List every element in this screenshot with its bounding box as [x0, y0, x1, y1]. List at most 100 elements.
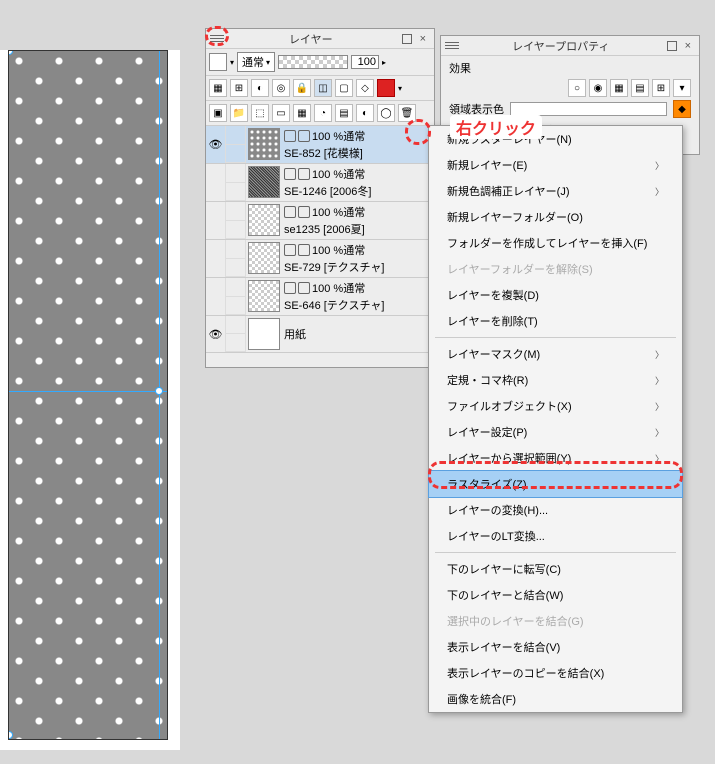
menu-item-label: 新規色調補正レイヤー(J) — [447, 183, 570, 199]
hamburger-icon[interactable] — [445, 42, 459, 49]
menu-item[interactable]: 下のレイヤーと結合(W) — [429, 582, 682, 608]
visibility-toggle[interactable] — [206, 240, 226, 277]
minimize-icon[interactable] — [402, 34, 412, 44]
menu-item[interactable]: 新規色調補正レイヤー(J)〉 — [429, 178, 682, 204]
tool-icon[interactable]: ▦ — [209, 79, 227, 97]
menu-item[interactable]: レイヤーを削除(T) — [429, 308, 682, 334]
visibility-toggle[interactable]: 👁 — [206, 126, 226, 163]
tool-icon[interactable]: ◯ — [377, 104, 395, 122]
menu-item[interactable]: レイヤーから選択範囲(Y)〉 — [429, 445, 682, 471]
minimize-icon[interactable] — [667, 41, 677, 51]
menu-item: 選択中のレイヤーを結合(G) — [429, 608, 682, 634]
menu-item[interactable]: 画像を統合(F) — [429, 686, 682, 712]
lock-icon[interactable]: 🔒 — [293, 79, 311, 97]
tool-icon[interactable]: ▤ — [335, 104, 353, 122]
menu-item[interactable]: 新規レイヤー(E)〉 — [429, 152, 682, 178]
guide-horizontal[interactable] — [9, 391, 167, 392]
layer-row[interactable]: 100 %通常SE-1246 [2006冬] — [206, 164, 434, 202]
layer-type-icon — [284, 206, 296, 218]
submenu-arrow-icon: 〉 — [655, 374, 664, 387]
close-icon[interactable]: × — [681, 40, 695, 52]
effect-icon[interactable]: ⊞ — [652, 79, 670, 97]
lock-column[interactable] — [226, 202, 246, 239]
color-indicator[interactable] — [209, 53, 227, 71]
layers-panel: レイヤー × ▾ 通常▾ 100 ▸ ▦ ⊞ ◐ ◎ 🔒 ◫ ▢ ◇ ▾ ▣ 📁… — [205, 28, 435, 368]
tool-icon[interactable]: ⊞ — [230, 79, 248, 97]
caret-icon[interactable]: ▸ — [382, 58, 386, 67]
lock-column[interactable] — [226, 164, 246, 201]
menu-item-label: 画像を統合(F) — [447, 691, 516, 707]
menu-item[interactable]: レイヤーのLT変換... — [429, 523, 682, 549]
layer-info: 用紙 — [282, 316, 434, 352]
layer-opacity: 100 %通常 — [312, 242, 365, 258]
close-icon[interactable]: × — [416, 33, 430, 45]
menu-item[interactable]: 下のレイヤーに転写(C) — [429, 556, 682, 582]
tool-icon[interactable]: ▦ — [293, 104, 311, 122]
menu-item[interactable]: 定規・コマ枠(R)〉 — [429, 367, 682, 393]
visibility-toggle[interactable] — [206, 164, 226, 201]
menu-item[interactable]: フォルダーを作成してレイヤーを挿入(F) — [429, 230, 682, 256]
visibility-toggle[interactable] — [206, 202, 226, 239]
caret-icon[interactable]: ▾ — [230, 58, 234, 67]
annotation-label-rightclick: 右クリック — [450, 115, 542, 139]
effect-icon[interactable]: ▦ — [610, 79, 628, 97]
panel-titlebar[interactable]: レイヤー × — [206, 29, 434, 49]
lock-column[interactable] — [226, 316, 246, 352]
tool-icon[interactable]: ◔ — [314, 104, 332, 122]
effect-icon[interactable]: ○ — [568, 79, 586, 97]
effect-icon[interactable]: ◉ — [589, 79, 607, 97]
new-layer-icon[interactable]: ▣ — [209, 104, 227, 122]
caret-icon[interactable]: ▾ — [398, 84, 402, 93]
layer-row[interactable]: 👁100 %通常SE-852 [花模様] — [206, 126, 434, 164]
menu-item[interactable]: 表示レイヤーを結合(V) — [429, 634, 682, 660]
menu-item-label: 選択中のレイヤーを結合(G) — [447, 613, 584, 629]
tool-icon[interactable]: ▭ — [272, 104, 290, 122]
transform-handle[interactable] — [155, 387, 163, 395]
delete-icon[interactable]: 🗑 — [398, 104, 416, 122]
menu-item[interactable]: 新規レイヤーフォルダー(O) — [429, 204, 682, 230]
lock-column[interactable] — [226, 126, 246, 163]
menu-item-label: レイヤーの変換(H)... — [447, 502, 548, 518]
color-swatch[interactable] — [377, 79, 395, 97]
menu-item[interactable]: 表示レイヤーのコピーを結合(X) — [429, 660, 682, 686]
tool-icon[interactable]: ▢ — [335, 79, 353, 97]
tool-icon[interactable]: ⬚ — [251, 104, 269, 122]
menu-item[interactable]: レイヤーマスク(M)〉 — [429, 341, 682, 367]
menu-item[interactable]: ラスタライズ(Z) — [428, 470, 683, 498]
opacity-value[interactable]: 100 — [351, 55, 379, 69]
tool-icon[interactable]: ◐ — [251, 79, 269, 97]
panel-titlebar[interactable]: レイヤープロパティ × — [441, 36, 699, 56]
visibility-toggle[interactable]: 👁 — [206, 316, 226, 352]
region-color-bar[interactable] — [510, 102, 667, 116]
new-folder-icon[interactable]: 📁 — [230, 104, 248, 122]
tool-icon[interactable]: ◇ — [356, 79, 374, 97]
blend-row: ▾ 通常▾ 100 ▸ — [206, 49, 434, 76]
submenu-arrow-icon: 〉 — [655, 452, 664, 465]
tool-icon[interactable]: ◎ — [272, 79, 290, 97]
hamburger-icon[interactable] — [210, 35, 224, 42]
lock-column[interactable] — [226, 240, 246, 277]
lock-column[interactable] — [226, 278, 246, 315]
opacity-slider[interactable] — [278, 55, 348, 69]
menu-item[interactable]: レイヤーの変換(H)... — [429, 497, 682, 523]
menu-item[interactable]: レイヤーを複製(D) — [429, 282, 682, 308]
layer-row[interactable]: 100 %通常SE-729 [テクスチャ] — [206, 240, 434, 278]
menu-item[interactable]: ファイルオブジェクト(X)〉 — [429, 393, 682, 419]
blend-mode-dropdown[interactable]: 通常▾ — [237, 52, 275, 72]
layer-row[interactable]: 100 %通常SE-646 [テクスチャ] — [206, 278, 434, 316]
layer-row[interactable]: 100 %通常se1235 [2006夏] — [206, 202, 434, 240]
tool-icon[interactable]: ◫ — [314, 79, 332, 97]
canvas[interactable] — [8, 50, 168, 740]
layer-row[interactable]: 👁 用紙 — [206, 316, 434, 353]
menu-item-label: フォルダーを作成してレイヤーを挿入(F) — [447, 235, 647, 251]
effect-icon[interactable]: ▾ — [673, 79, 691, 97]
layer-thumbnail — [248, 318, 280, 350]
effect-icon[interactable]: ▤ — [631, 79, 649, 97]
layer-name: se1235 [2006夏] — [284, 221, 432, 237]
mask-icon[interactable]: ◐ — [356, 104, 374, 122]
menu-item[interactable]: レイヤー設定(P)〉 — [429, 419, 682, 445]
guide-vertical[interactable] — [159, 51, 160, 739]
visibility-toggle[interactable] — [206, 278, 226, 315]
color-picker-icon[interactable]: ◆ — [673, 100, 691, 118]
layer-list: 👁100 %通常SE-852 [花模様]100 %通常SE-1246 [2006… — [206, 126, 434, 364]
